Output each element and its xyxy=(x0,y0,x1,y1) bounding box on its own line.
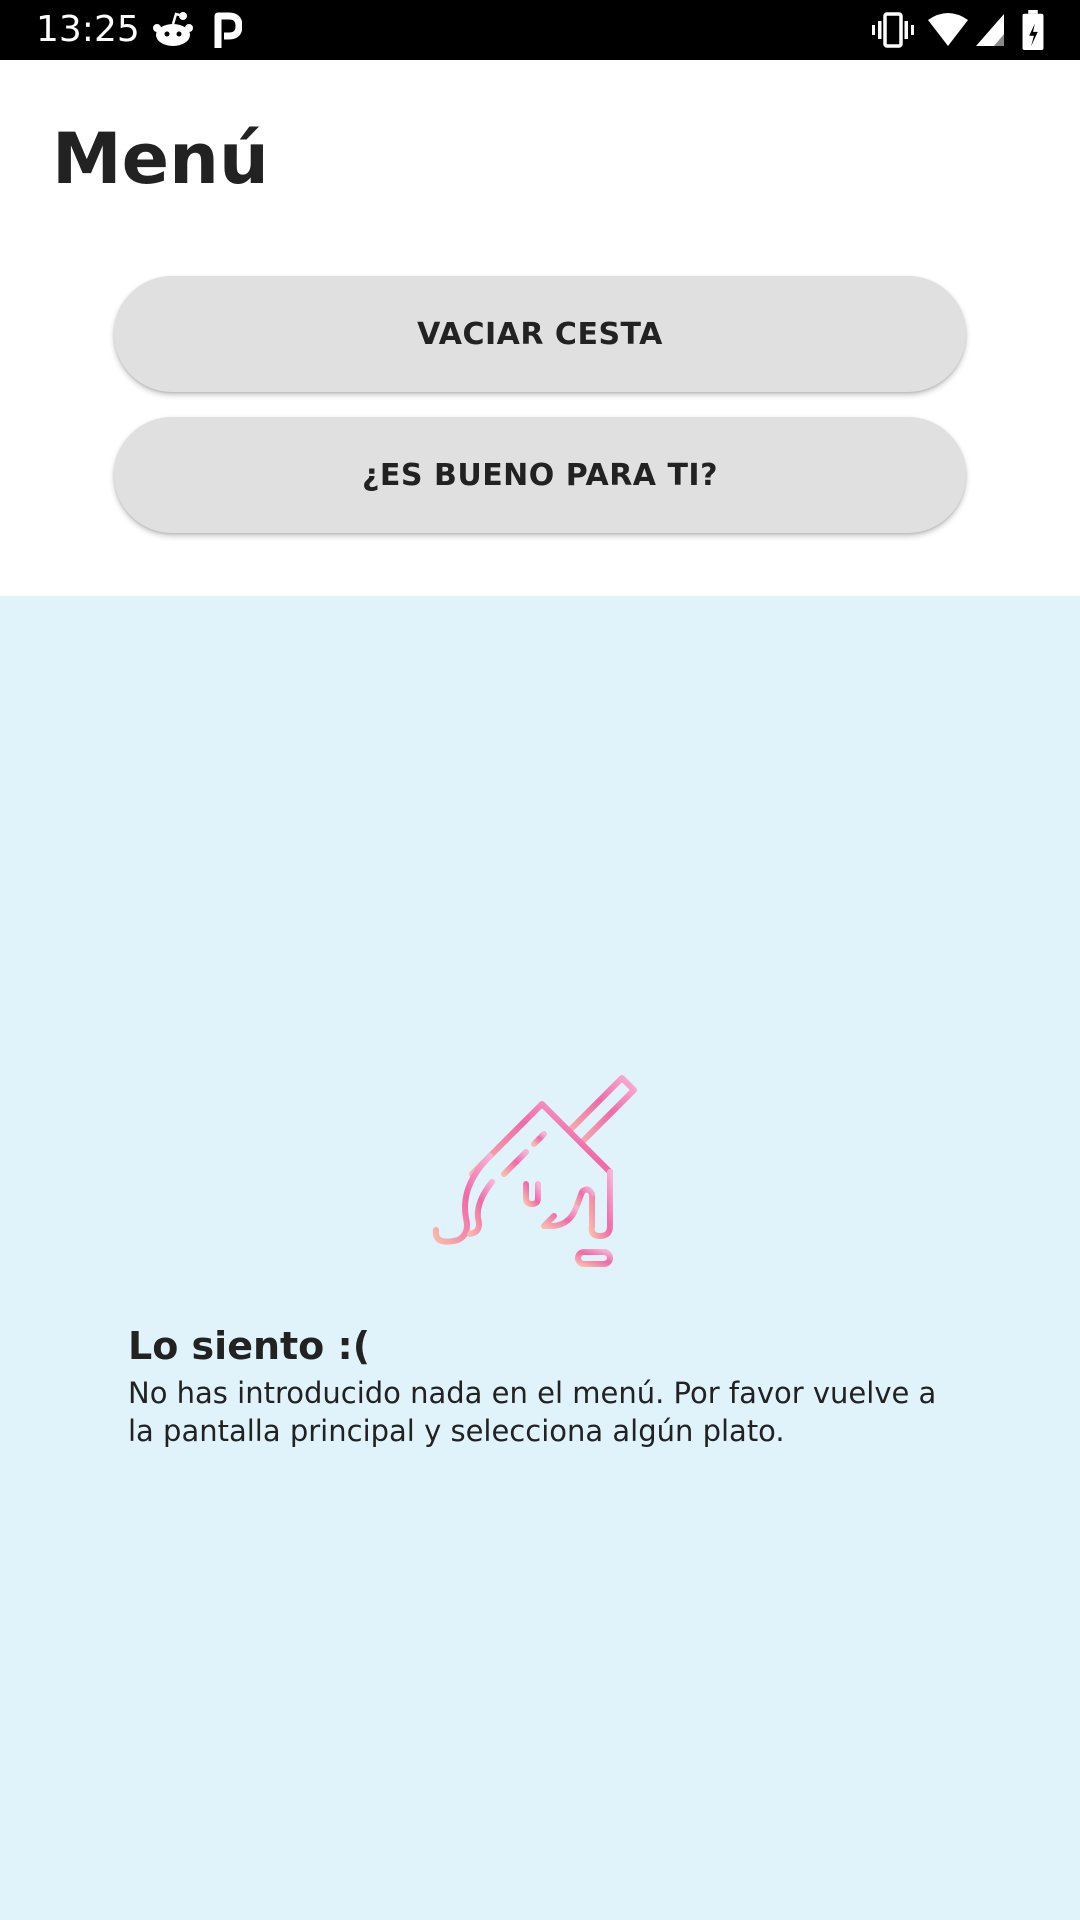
status-bar: 13:25 xyxy=(0,0,1080,60)
battery-icon xyxy=(1022,10,1044,50)
empty-state-title: Lo siento :( xyxy=(128,1324,371,1368)
status-time: 13:25 xyxy=(36,9,140,50)
reddit-icon xyxy=(153,12,193,46)
signal-icon xyxy=(976,14,1004,46)
melting-house-icon xyxy=(431,1075,637,1267)
empty-state-message: No has introducido nada en el menú. Por … xyxy=(128,1376,937,1448)
page-title: Menú xyxy=(52,118,269,200)
p-app-icon xyxy=(214,12,242,48)
good-for-you-button[interactable]: ¿ES BUENO PARA TI? xyxy=(114,417,966,533)
empty-basket-button[interactable]: VACIAR CESTA xyxy=(114,276,966,392)
wifi-icon xyxy=(928,13,968,46)
vibrate-icon xyxy=(872,12,914,48)
